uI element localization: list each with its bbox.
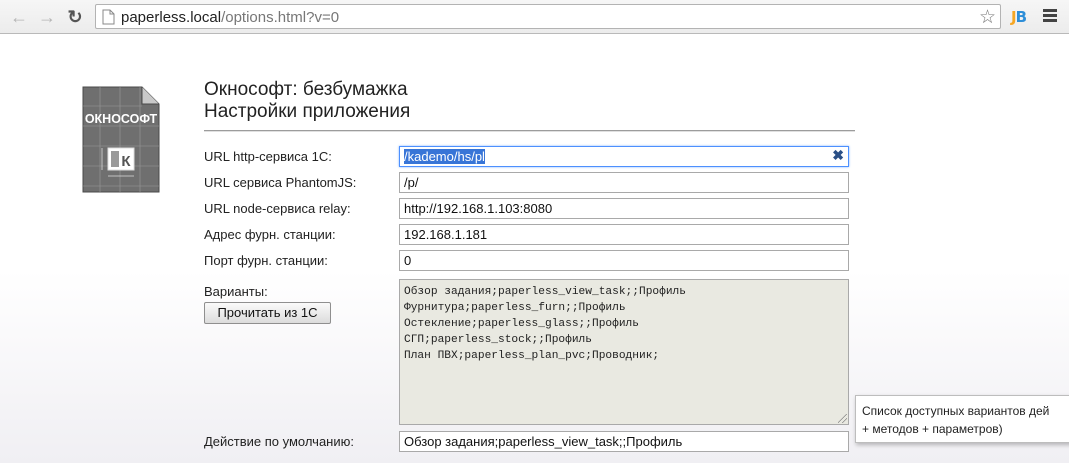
variants-textarea[interactable]: Обзор задания;paperless_view_task;;Профи…	[399, 279, 849, 425]
variant-line: План ПВХ;paperless_plan_pvc;Проводник;	[404, 350, 660, 362]
variant-line: Обзор задания;paperless_view_task;;Профи…	[404, 286, 686, 298]
url-host: paperless.local	[121, 9, 222, 26]
station-address-input[interactable]: 192.168.1.181	[399, 224, 849, 245]
read-from-1c-button[interactable]: Прочитать из 1С	[204, 302, 331, 324]
default-action-input[interactable]: Обзор задания;paperless_view_task;;Профи…	[399, 431, 849, 452]
hamburger-menu-icon[interactable]	[1043, 9, 1057, 23]
reload-icon[interactable]: ↻	[64, 6, 86, 28]
resize-grip-icon[interactable]	[838, 414, 847, 423]
url-path: /options.html?v=0	[221, 9, 340, 26]
variant-line: Остекление;paperless_glass;;Профиль	[404, 318, 639, 330]
address-bar[interactable]: paperless.local/options.html?v=0 ☆	[95, 4, 1001, 29]
star-icon[interactable]: ☆	[979, 6, 996, 29]
page-icon	[102, 9, 115, 25]
http-service-label: URL http-сервиса 1С:	[204, 149, 332, 164]
tooltip-line: Список доступных вариантов дей	[862, 404, 1050, 418]
variant-line: Фурнитура;paperless_furn;;Профиль	[404, 302, 626, 314]
page-title: Настройки приложения	[204, 101, 411, 122]
default-action-label: Действие по умолчанию:	[204, 434, 354, 449]
station-port-label: Порт фурн. станции:	[204, 253, 328, 268]
page-header: Окнософт: безбумажка Настройки приложени…	[204, 79, 855, 132]
relay-label: URL node-сервиса relay:	[204, 201, 351, 216]
logo-letter: К	[121, 153, 131, 170]
arrow-right-icon[interactable]: →	[36, 6, 58, 28]
station-port-input[interactable]: 0	[399, 250, 849, 271]
variants-tooltip: Список доступных вариантов дей + методов…	[855, 395, 1069, 443]
clear-icon[interactable]: ✖	[832, 148, 844, 163]
variants-label: Варианты:	[204, 284, 268, 299]
phantomjs-input[interactable]: /p/	[399, 172, 849, 193]
arrow-left-icon[interactable]: ←	[8, 6, 30, 28]
phantomjs-label: URL сервиса PhantomJS:	[204, 175, 357, 190]
http-service-input[interactable]: /kademo/hs/pl ✖	[399, 146, 849, 167]
jetbrains-extension-icon[interactable]: JB	[1011, 8, 1027, 26]
variant-line: СГП;paperless_stock;;Профиль	[404, 334, 592, 346]
browser-toolbar: ← → ↻ paperless.local/options.html?v=0 ☆…	[0, 0, 1069, 34]
relay-input[interactable]: http://192.168.1.103:8080	[399, 198, 849, 219]
extension-letter-b: B	[1015, 8, 1027, 26]
header-divider	[204, 130, 855, 132]
http-service-value: /kademo/hs/pl	[404, 149, 485, 164]
options-page: ОКНОСОФТ К Окнософт: безбумажка Настройк…	[0, 35, 1069, 463]
tooltip-line: + методов + параметров)	[862, 422, 1003, 436]
station-address-label: Адрес фурн. станции:	[204, 227, 336, 242]
oknosoft-logo-icon: ОКНОСОФТ К	[82, 86, 160, 193]
logo-text: ОКНОСОФТ	[85, 112, 158, 126]
url-text[interactable]: paperless.local/options.html?v=0	[121, 9, 339, 26]
app-title: Окнософт: безбумажка	[204, 79, 408, 100]
